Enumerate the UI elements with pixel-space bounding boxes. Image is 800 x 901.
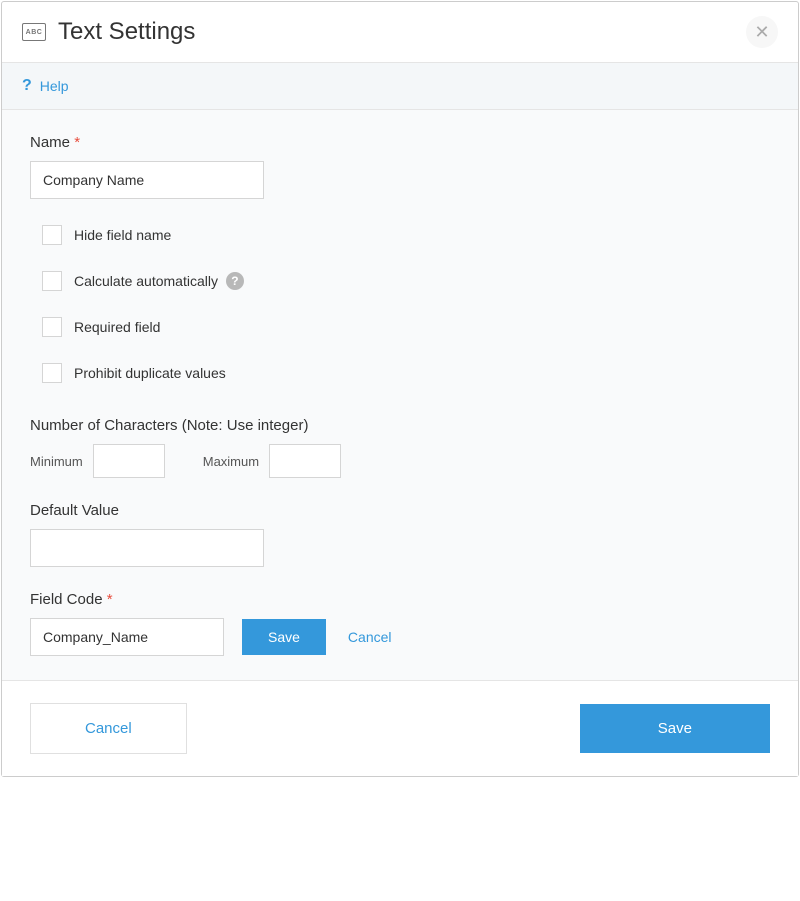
default-value-group: Default Value	[30, 502, 770, 567]
default-value-label: Default Value	[30, 502, 770, 519]
field-code-row: Save Cancel	[30, 618, 770, 656]
name-label: Name *	[30, 134, 770, 151]
field-code-save-button[interactable]: Save	[242, 619, 326, 655]
required-field-checkbox[interactable]	[42, 317, 62, 337]
min-input[interactable]	[93, 444, 165, 478]
required-field-row: Required field	[42, 317, 770, 337]
num-chars-label: Number of Characters (Note: Use integer)	[30, 417, 770, 434]
calculate-auto-checkbox[interactable]	[42, 271, 62, 291]
hide-field-name-checkbox[interactable]	[42, 225, 62, 245]
calculate-auto-label: Calculate automatically	[74, 273, 218, 289]
help-link[interactable]: ? Help	[22, 77, 69, 95]
prohibit-dup-label: Prohibit duplicate values	[74, 365, 226, 381]
required-marker: *	[74, 134, 80, 151]
field-code-label: Field Code *	[30, 591, 770, 608]
num-chars-group: Number of Characters (Note: Use integer)…	[30, 417, 770, 478]
dialog-footer: Cancel Save	[2, 680, 798, 776]
name-input[interactable]	[30, 161, 264, 199]
required-marker: *	[107, 591, 113, 608]
hide-field-name-label: Hide field name	[74, 227, 171, 243]
text-settings-dialog: ABC Text Settings ✕ ? Help Name * Hide fi…	[1, 1, 799, 777]
default-value-input[interactable]	[30, 529, 264, 567]
help-link-label: Help	[40, 78, 69, 94]
dialog-body: Name * Hide field name Calculate automat…	[2, 110, 798, 680]
text-field-icon: ABC	[22, 23, 46, 41]
required-field-label: Required field	[74, 319, 160, 335]
save-button[interactable]: Save	[580, 704, 770, 753]
calculate-auto-row: Calculate automatically ?	[42, 271, 770, 291]
min-label: Minimum	[30, 454, 83, 469]
field-code-cancel-button[interactable]: Cancel	[344, 619, 396, 655]
field-code-input[interactable]	[30, 618, 224, 656]
help-bar: ? Help	[2, 63, 798, 110]
dialog-title: Text Settings	[58, 18, 746, 46]
num-chars-row: Minimum Maximum	[30, 444, 770, 478]
dialog-header: ABC Text Settings ✕	[2, 2, 798, 63]
info-icon[interactable]: ?	[226, 272, 244, 290]
field-code-group: Field Code * Save Cancel	[30, 591, 770, 656]
name-field-group: Name * Hide field name Calculate automat…	[30, 134, 770, 383]
max-label: Maximum	[203, 454, 259, 469]
cancel-button[interactable]: Cancel	[30, 703, 187, 754]
close-icon[interactable]: ✕	[746, 16, 778, 48]
name-options: Hide field name Calculate automatically …	[30, 225, 770, 383]
prohibit-dup-checkbox[interactable]	[42, 363, 62, 383]
question-icon: ?	[22, 77, 32, 95]
prohibit-dup-row: Prohibit duplicate values	[42, 363, 770, 383]
hide-field-name-row: Hide field name	[42, 225, 770, 245]
max-input[interactable]	[269, 444, 341, 478]
